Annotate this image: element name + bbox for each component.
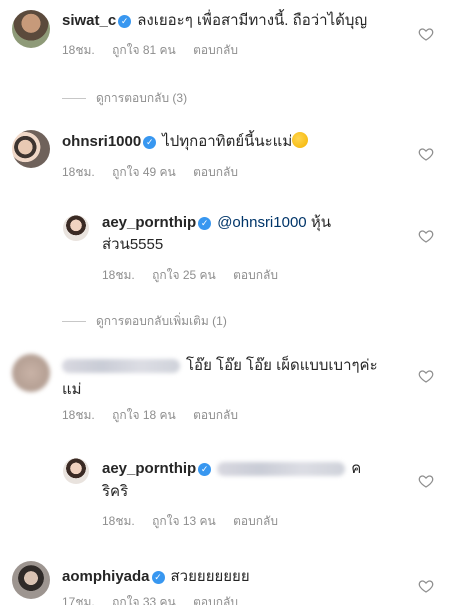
heart-icon[interactable] <box>418 578 434 594</box>
blurred-username <box>62 359 180 374</box>
like-count[interactable]: ถูกใจ 33 คน <box>112 595 176 605</box>
heart-icon[interactable] <box>418 473 434 489</box>
verified-badge-icon: ✓ <box>151 571 165 584</box>
like-count[interactable]: ถูกใจ 81 คน <box>112 43 176 57</box>
verified-badge-icon: ✓ <box>143 136 157 149</box>
mention-link[interactable]: @ohnsri1000 <box>217 214 306 231</box>
view-more-replies-button[interactable]: ดูการตอบกลับเพิ่มเติม (1) <box>62 312 227 331</box>
avatar[interactable] <box>63 458 89 484</box>
comment-time: 18ชม. <box>62 165 95 179</box>
avatar[interactable] <box>12 354 50 392</box>
verified-badge-icon: ✓ <box>198 217 212 230</box>
comment-text-continued: ส่วน5555 <box>102 236 164 253</box>
comment-time: 18ชม. <box>62 408 95 422</box>
comment-time: 18ชม. <box>102 268 135 282</box>
reply-button[interactable]: ตอบกลับ <box>193 43 238 57</box>
like-count[interactable]: ถูกใจ 49 คน <box>112 165 176 179</box>
reply-button[interactable]: ตอบกลับ <box>233 268 278 282</box>
comment-text: หุ้น <box>310 214 331 231</box>
reply-button[interactable]: ตอบกลับ <box>193 408 238 422</box>
reply-button[interactable]: ตอบกลับ <box>193 165 238 179</box>
verified-badge-icon: ✓ <box>198 463 212 476</box>
reply-button[interactable]: ตอบกลับ <box>193 595 238 605</box>
heart-icon[interactable] <box>418 26 434 42</box>
comment-text-continued: ริคริ <box>102 483 129 500</box>
like-count[interactable]: ถูกใจ 25 คน <box>152 268 216 282</box>
username[interactable]: aey_pornthip <box>102 214 196 231</box>
avatar[interactable] <box>12 130 50 168</box>
comment-time: 17ชม. <box>62 595 95 605</box>
avatar[interactable] <box>63 215 89 241</box>
comment-text: โอ๊ย โอ๊ย โอ๊ย เผ็ดแบบเบาๆค่ะ <box>186 357 378 374</box>
username[interactable]: aomphiyada <box>62 568 150 585</box>
avatar[interactable] <box>12 10 50 48</box>
laughing-emoji-icon <box>292 132 309 148</box>
heart-icon[interactable] <box>418 146 434 162</box>
divider <box>62 321 86 323</box>
avatar[interactable] <box>12 561 50 599</box>
view-replies-button[interactable]: ดูการตอบกลับ (3) <box>62 89 187 108</box>
username[interactable]: ohnsri1000 <box>62 133 141 150</box>
like-count[interactable]: ถูกใจ 13 คน <box>152 514 216 528</box>
comment-time: 18ชม. <box>102 514 135 528</box>
comment-text: ลงเยอะๆ เพื่อสามีทางนี้. ถือว่าได้บุญ <box>137 12 368 29</box>
verified-badge-icon: ✓ <box>118 15 132 28</box>
reply-button[interactable]: ตอบกลับ <box>233 514 278 528</box>
divider <box>62 98 86 100</box>
username[interactable]: aey_pornthip <box>102 460 196 477</box>
comment-time: 18ชม. <box>62 43 95 57</box>
username[interactable]: siwat_c <box>62 12 116 29</box>
comment-text: ไปทุกอาทิตย์นี้นะแม่ <box>162 133 293 150</box>
comment-text-continued: แม่ <box>62 381 82 398</box>
like-count[interactable]: ถูกใจ 18 คน <box>112 408 176 422</box>
heart-icon[interactable] <box>418 368 434 384</box>
blurred-mention <box>217 462 346 477</box>
comment-text: สวยยยยยยย <box>170 568 250 585</box>
heart-icon[interactable] <box>418 228 434 244</box>
comment-text: ค <box>351 460 362 477</box>
